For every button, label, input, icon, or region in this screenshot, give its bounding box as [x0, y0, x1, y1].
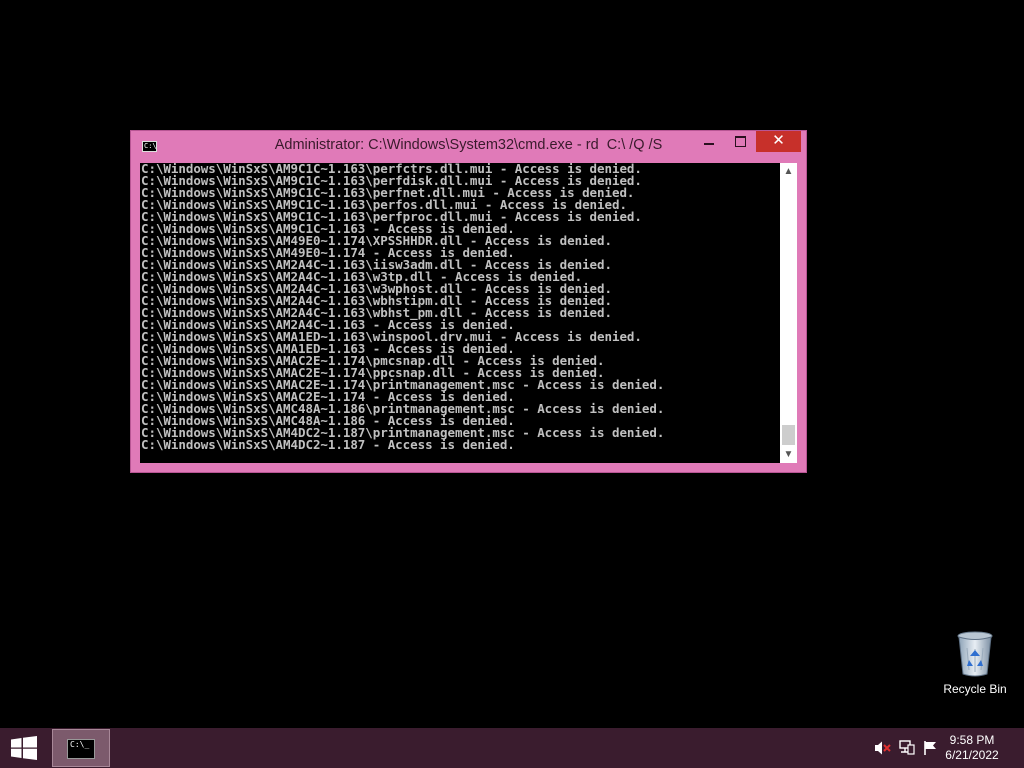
start-button[interactable] — [10, 736, 38, 760]
taskbar-clock[interactable]: 9:58 PM 6/21/2022 — [932, 733, 1012, 763]
clock-time: 9:58 PM — [949, 733, 995, 747]
windows-start-icon — [11, 736, 37, 760]
recycle-bin-shortcut[interactable]: Recycle Bin — [940, 630, 1010, 696]
taskbar: C:\_ 9:58 PM 6/21/2022 — [0, 728, 1024, 768]
title-bar[interactable]: C:\ Administrator: C:\Windows\System32\c… — [131, 131, 806, 161]
maximize-button[interactable] — [727, 131, 753, 152]
console-output[interactable]: C:\Windows\WinSxS\AM9C1C~1.163\perfctrs.… — [140, 163, 780, 463]
speaker-muted-icon[interactable] — [874, 740, 892, 756]
console-text: C:\Windows\WinSxS\AM9C1C~1.163\perfctrs.… — [140, 163, 780, 451]
scroll-up-icon[interactable]: ▲ — [780, 163, 797, 180]
maximize-icon — [735, 136, 746, 147]
scroll-down-icon[interactable]: ▼ — [780, 446, 797, 463]
minimize-button[interactable] — [696, 131, 722, 152]
console-line: C:\Windows\WinSxS\AM4DC2~1.187 - Access … — [141, 437, 515, 452]
scrollbar-thumb[interactable] — [782, 425, 795, 445]
minimize-icon — [704, 143, 714, 145]
taskbar-cmd-button[interactable]: C:\_ — [52, 729, 110, 767]
vertical-scrollbar[interactable]: ▲ ▼ — [780, 163, 797, 463]
clock-date: 6/21/2022 — [945, 748, 999, 762]
cmd-icon: C:\_ — [67, 739, 95, 759]
close-icon: ✕ — [772, 132, 785, 149]
close-button[interactable]: ✕ — [756, 131, 801, 152]
cmd-window[interactable]: C:\ Administrator: C:\Windows\System32\c… — [130, 130, 807, 473]
recycle-bin-icon — [957, 631, 993, 677]
network-icon[interactable] — [898, 740, 916, 756]
recycle-bin-label: Recycle Bin — [943, 682, 1007, 696]
